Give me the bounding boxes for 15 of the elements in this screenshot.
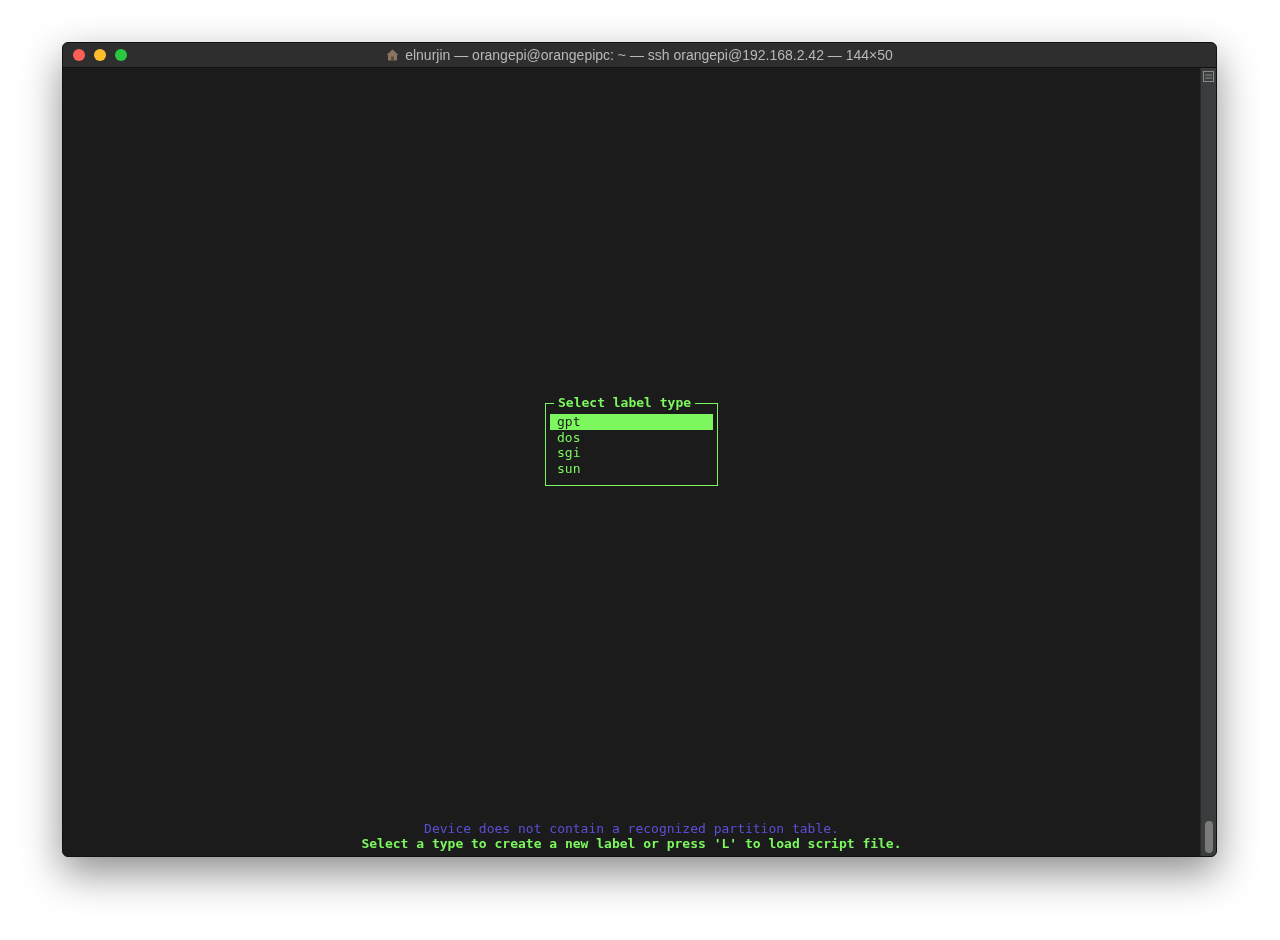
house-icon xyxy=(386,49,400,61)
menu-item[interactable]: sun xyxy=(550,461,713,477)
close-button[interactable] xyxy=(73,49,85,61)
menu-item[interactable]: gpt xyxy=(550,414,713,430)
dialog-title: Select label type xyxy=(554,395,696,411)
minimize-button[interactable] xyxy=(94,49,106,61)
scrollbar[interactable] xyxy=(1200,68,1216,856)
status-message: Select a type to create a new label or press 'L' to load script file. xyxy=(361,836,902,852)
menu-item[interactable]: sgi xyxy=(550,445,713,461)
split-pane-icon[interactable] xyxy=(1203,71,1214,82)
zoom-button[interactable] xyxy=(115,49,127,61)
status-message: Device does not contain a recognized partition table. xyxy=(424,820,839,837)
menu-item[interactable]: dos xyxy=(550,429,713,446)
scroll-thumb[interactable] xyxy=(1204,821,1213,853)
window-title: elnurjin — orangepi@orangepipc: ~ — ssh orangepi@192.168.2.42 — 144×50 xyxy=(405,47,893,63)
